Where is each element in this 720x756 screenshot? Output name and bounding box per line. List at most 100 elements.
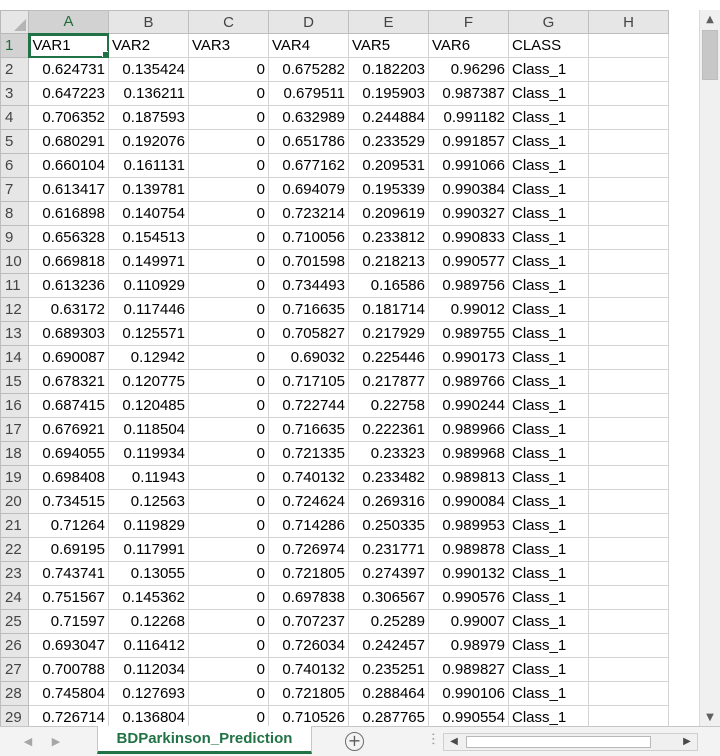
cell-d16[interactable]: 0.722744 bbox=[268, 393, 349, 418]
cell-a5[interactable]: 0.680291 bbox=[28, 129, 109, 154]
column-header-f[interactable]: F bbox=[428, 10, 509, 34]
cell-b4[interactable]: 0.187593 bbox=[108, 105, 189, 130]
cell-h24[interactable] bbox=[588, 585, 669, 610]
cell-f25[interactable]: 0.99007 bbox=[428, 609, 509, 634]
cell-c15[interactable]: 0 bbox=[188, 369, 269, 394]
cell-h2[interactable] bbox=[588, 57, 669, 82]
cell-g18[interactable]: Class_1 bbox=[508, 441, 589, 466]
cell-h18[interactable] bbox=[588, 441, 669, 466]
cell-f2[interactable]: 0.96296 bbox=[428, 57, 509, 82]
cell-a23[interactable]: 0.743741 bbox=[28, 561, 109, 586]
cell-a25[interactable]: 0.71597 bbox=[28, 609, 109, 634]
cell-b10[interactable]: 0.149971 bbox=[108, 249, 189, 274]
cell-g14[interactable]: Class_1 bbox=[508, 345, 589, 370]
cell-d26[interactable]: 0.726034 bbox=[268, 633, 349, 658]
cell-h23[interactable] bbox=[588, 561, 669, 586]
cell-a14[interactable]: 0.690087 bbox=[28, 345, 109, 370]
cell-f12[interactable]: 0.99012 bbox=[428, 297, 509, 322]
cell-c13[interactable]: 0 bbox=[188, 321, 269, 346]
cell-c3[interactable]: 0 bbox=[188, 81, 269, 106]
row-header-11[interactable]: 11 bbox=[0, 273, 29, 298]
cell-f28[interactable]: 0.990106 bbox=[428, 681, 509, 706]
row-header-20[interactable]: 20 bbox=[0, 489, 29, 514]
cell-f11[interactable]: 0.989756 bbox=[428, 273, 509, 298]
cell-a28[interactable]: 0.745804 bbox=[28, 681, 109, 706]
cell-g3[interactable]: Class_1 bbox=[508, 81, 589, 106]
cell-b6[interactable]: 0.161131 bbox=[108, 153, 189, 178]
cell-h10[interactable] bbox=[588, 249, 669, 274]
cell-a12[interactable]: 0.63172 bbox=[28, 297, 109, 322]
cell-d5[interactable]: 0.651786 bbox=[268, 129, 349, 154]
row-header-23[interactable]: 23 bbox=[0, 561, 29, 586]
cell-e28[interactable]: 0.288464 bbox=[348, 681, 429, 706]
cell-b25[interactable]: 0.12268 bbox=[108, 609, 189, 634]
cell-h21[interactable] bbox=[588, 513, 669, 538]
cell-f15[interactable]: 0.989766 bbox=[428, 369, 509, 394]
cell-g5[interactable]: Class_1 bbox=[508, 129, 589, 154]
column-header-h[interactable]: H bbox=[588, 10, 669, 34]
cell-e25[interactable]: 0.25289 bbox=[348, 609, 429, 634]
cell-h25[interactable] bbox=[588, 609, 669, 634]
row-header-26[interactable]: 26 bbox=[0, 633, 29, 658]
cell-f7[interactable]: 0.990384 bbox=[428, 177, 509, 202]
cell-g11[interactable]: Class_1 bbox=[508, 273, 589, 298]
column-header-e[interactable]: E bbox=[348, 10, 429, 34]
cell-h22[interactable] bbox=[588, 537, 669, 562]
cell-f18[interactable]: 0.989968 bbox=[428, 441, 509, 466]
cell-c25[interactable]: 0 bbox=[188, 609, 269, 634]
cell-f21[interactable]: 0.989953 bbox=[428, 513, 509, 538]
cell-c4[interactable]: 0 bbox=[188, 105, 269, 130]
cell-b23[interactable]: 0.13055 bbox=[108, 561, 189, 586]
cell-f24[interactable]: 0.990576 bbox=[428, 585, 509, 610]
cell-g28[interactable]: Class_1 bbox=[508, 681, 589, 706]
cell-d6[interactable]: 0.677162 bbox=[268, 153, 349, 178]
cell-a11[interactable]: 0.613236 bbox=[28, 273, 109, 298]
cell-f6[interactable]: 0.991066 bbox=[428, 153, 509, 178]
scroll-right-icon[interactable]: ▶ bbox=[679, 734, 695, 750]
cell-a10[interactable]: 0.669818 bbox=[28, 249, 109, 274]
cell-a1[interactable]: VAR1 bbox=[28, 33, 109, 58]
cell-g19[interactable]: Class_1 bbox=[508, 465, 589, 490]
cell-c22[interactable]: 0 bbox=[188, 537, 269, 562]
cell-e27[interactable]: 0.235251 bbox=[348, 657, 429, 682]
vertical-scrollbar[interactable]: ▲ ▼ bbox=[699, 10, 720, 726]
cell-f27[interactable]: 0.989827 bbox=[428, 657, 509, 682]
cell-h20[interactable] bbox=[588, 489, 669, 514]
cell-a13[interactable]: 0.689303 bbox=[28, 321, 109, 346]
row-header-13[interactable]: 13 bbox=[0, 321, 29, 346]
cell-a15[interactable]: 0.678321 bbox=[28, 369, 109, 394]
cell-b7[interactable]: 0.139781 bbox=[108, 177, 189, 202]
cell-b27[interactable]: 0.112034 bbox=[108, 657, 189, 682]
row-header-25[interactable]: 25 bbox=[0, 609, 29, 634]
cell-h1[interactable] bbox=[588, 33, 669, 58]
row-header-9[interactable]: 9 bbox=[0, 225, 29, 250]
cell-b21[interactable]: 0.119829 bbox=[108, 513, 189, 538]
cell-h14[interactable] bbox=[588, 345, 669, 370]
cell-d14[interactable]: 0.69032 bbox=[268, 345, 349, 370]
scroll-up-icon[interactable]: ▲ bbox=[700, 10, 720, 28]
cell-c18[interactable]: 0 bbox=[188, 441, 269, 466]
cell-b9[interactable]: 0.154513 bbox=[108, 225, 189, 250]
cell-b19[interactable]: 0.11943 bbox=[108, 465, 189, 490]
cell-c23[interactable]: 0 bbox=[188, 561, 269, 586]
row-header-6[interactable]: 6 bbox=[0, 153, 29, 178]
cell-a19[interactable]: 0.698408 bbox=[28, 465, 109, 490]
cell-d11[interactable]: 0.734493 bbox=[268, 273, 349, 298]
cell-f22[interactable]: 0.989878 bbox=[428, 537, 509, 562]
cell-g20[interactable]: Class_1 bbox=[508, 489, 589, 514]
cell-h26[interactable] bbox=[588, 633, 669, 658]
cell-e20[interactable]: 0.269316 bbox=[348, 489, 429, 514]
cell-b2[interactable]: 0.135424 bbox=[108, 57, 189, 82]
cell-f16[interactable]: 0.990244 bbox=[428, 393, 509, 418]
cell-g16[interactable]: Class_1 bbox=[508, 393, 589, 418]
cell-b14[interactable]: 0.12942 bbox=[108, 345, 189, 370]
cell-e4[interactable]: 0.244884 bbox=[348, 105, 429, 130]
cell-g4[interactable]: Class_1 bbox=[508, 105, 589, 130]
cell-g10[interactable]: Class_1 bbox=[508, 249, 589, 274]
cell-h3[interactable] bbox=[588, 81, 669, 106]
cell-a6[interactable]: 0.660104 bbox=[28, 153, 109, 178]
cell-f26[interactable]: 0.98979 bbox=[428, 633, 509, 658]
scroll-left-icon[interactable]: ◀ bbox=[446, 734, 462, 750]
cell-a27[interactable]: 0.700788 bbox=[28, 657, 109, 682]
cell-a7[interactable]: 0.613417 bbox=[28, 177, 109, 202]
